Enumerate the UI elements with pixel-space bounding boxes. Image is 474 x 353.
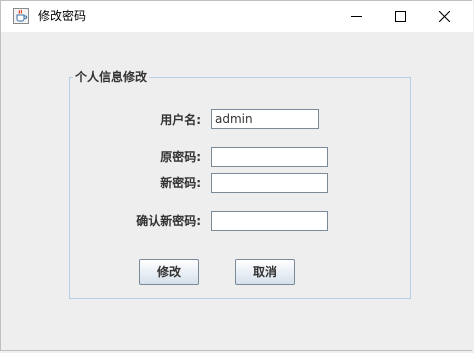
java-cup-icon [13,8,29,24]
minimize-icon [351,16,362,17]
minimize-button[interactable] [333,1,379,32]
confirm-password-field[interactable] [211,211,328,231]
change-password-window: 修改密码 个人信息修改 用户名: 原密码: 新密码: 确认新密码: [0,0,473,351]
confirm-password-label: 确认新密码: [136,214,201,228]
username-label: 用户名: [160,113,201,127]
content-panel: 个人信息修改 用户名: 原密码: 新密码: 确认新密码: 修改 取消 [1,32,473,350]
groupbox-title: 个人信息修改 [73,69,150,85]
title-bar[interactable]: 修改密码 [1,1,473,32]
old-password-label: 原密码: [160,150,201,164]
window-title: 修改密码 [38,9,87,23]
edit-button[interactable]: 修改 [139,259,199,285]
new-password-label: 新密码: [160,176,201,190]
username-field[interactable] [211,109,319,129]
maximize-icon [395,11,406,22]
cancel-button[interactable]: 取消 [235,259,295,285]
old-password-field[interactable] [211,147,328,167]
close-icon [439,11,450,22]
new-password-field[interactable] [211,173,328,193]
close-button[interactable] [421,1,467,32]
maximize-button[interactable] [377,1,423,32]
